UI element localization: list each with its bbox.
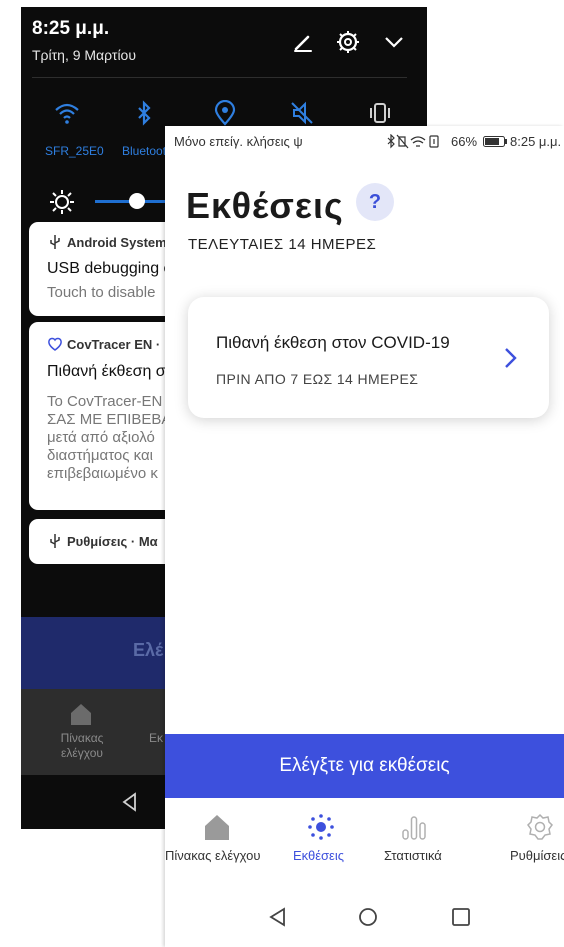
notification-app: Ρυθμίσεις · Μα [67, 534, 158, 549]
exposure-card[interactable]: Πιθανή έκθεση στον COVID-19 ΠΡΙΝ ΑΠΟ 7 Ε… [188, 297, 549, 418]
exposure-title: Πιθανή έκθεση στον COVID-19 [216, 333, 450, 352]
tab-exposures[interactable]: Εκθέσεις [275, 798, 375, 888]
shade-tab-label: Εκ [149, 731, 164, 745]
back-icon [122, 792, 136, 812]
covtracer-icon [48, 337, 62, 351]
gear-icon[interactable] [335, 29, 361, 55]
wifi-icon[interactable] [54, 100, 80, 126]
edit-icon[interactable] [290, 29, 316, 55]
shade-divider [32, 77, 407, 78]
chevron-right-icon [505, 348, 517, 368]
chevron-down-icon[interactable] [381, 29, 407, 55]
tab-label: Ρυθμίσεις [510, 848, 564, 863]
qs-label-wifi: SFR_25E0 [45, 144, 104, 158]
usb-icon [50, 235, 60, 249]
status-bar: Μόνο επείγ. κλήσεις ψ 66% 8:25 μ.μ. [165, 126, 564, 156]
home-icon [205, 815, 229, 840]
tab-statistics[interactable]: Στατιστικά [375, 798, 470, 888]
home-icon [71, 704, 91, 725]
page-subtitle: ΤΕΛΕΥΤΑΙΕΣ 14 ΗΜΕΡΕΣ [188, 236, 377, 253]
shade-time: 8:25 μ.μ. [32, 18, 110, 39]
mute-icon[interactable] [289, 100, 315, 126]
notification-title: USB debugging c [47, 260, 172, 277]
tab-label: Εκθέσεις [293, 848, 345, 863]
tab-bar: Πίνακας ελέγχου Εκθέσεις Στατιστικά Ρυθμ… [165, 798, 564, 888]
bluetooth-icon[interactable] [131, 100, 157, 126]
check-exposures-button[interactable]: Ελέγξτε για εκθέσεις [165, 734, 564, 798]
tab-dashboard[interactable]: Πίνακας ελέγχου [165, 798, 275, 888]
tab-label: Πίνακας ελέγχου [165, 848, 261, 863]
recents-icon[interactable] [450, 906, 472, 928]
status-carrier: Μόνο επείγ. κλήσεις ψ [174, 134, 303, 149]
tab-settings[interactable]: Ρυθμίσεις [470, 798, 564, 888]
location-icon[interactable] [212, 100, 238, 126]
shade-app-button-label: Ελέ [133, 640, 164, 660]
vibrate-icon[interactable] [367, 100, 393, 126]
brightness-icon [50, 190, 74, 214]
shade-tab-label: Πίνακας ελέγχου [60, 731, 104, 760]
system-nav-bar [165, 888, 564, 947]
home-circle-icon[interactable] [357, 906, 379, 928]
app-screen: Μόνο επείγ. κλήσεις ψ 66% 8:25 μ.μ. Εκθέ… [165, 126, 564, 947]
shade-date: Τρίτη, 9 Μαρτίου [32, 47, 137, 63]
check-exposures-label: Ελέγξτε για εκθέσεις [279, 755, 450, 776]
qs-label-bluetooth: Bluetoot [122, 144, 167, 158]
help-button[interactable]: ? [356, 183, 394, 221]
notification-app: Android System [67, 235, 167, 250]
exposures-icon [308, 814, 334, 840]
settings-icon [527, 813, 553, 840]
status-icons [387, 134, 439, 149]
tab-label: Στατιστικά [384, 848, 442, 863]
usb-icon [50, 534, 60, 548]
back-icon[interactable] [267, 906, 289, 928]
battery-percent: 66% [451, 134, 478, 149]
brightness-slider-handle[interactable] [129, 193, 145, 209]
notification-app: CovTracer EN · [67, 337, 161, 352]
status-time: 8:25 μ.μ. [510, 134, 562, 149]
stats-icon [402, 816, 426, 840]
exposure-timeframe: ΠΡΙΝ ΑΠΟ 7 ΕΩΣ 14 ΗΜΕΡΕΣ [216, 371, 419, 387]
notification-title: Πιθανή έκθεση σ [47, 363, 166, 380]
notification-subtitle: Touch to disable [47, 284, 156, 301]
battery-icon [483, 136, 507, 147]
page-title: Εκθέσεις [186, 185, 344, 226]
